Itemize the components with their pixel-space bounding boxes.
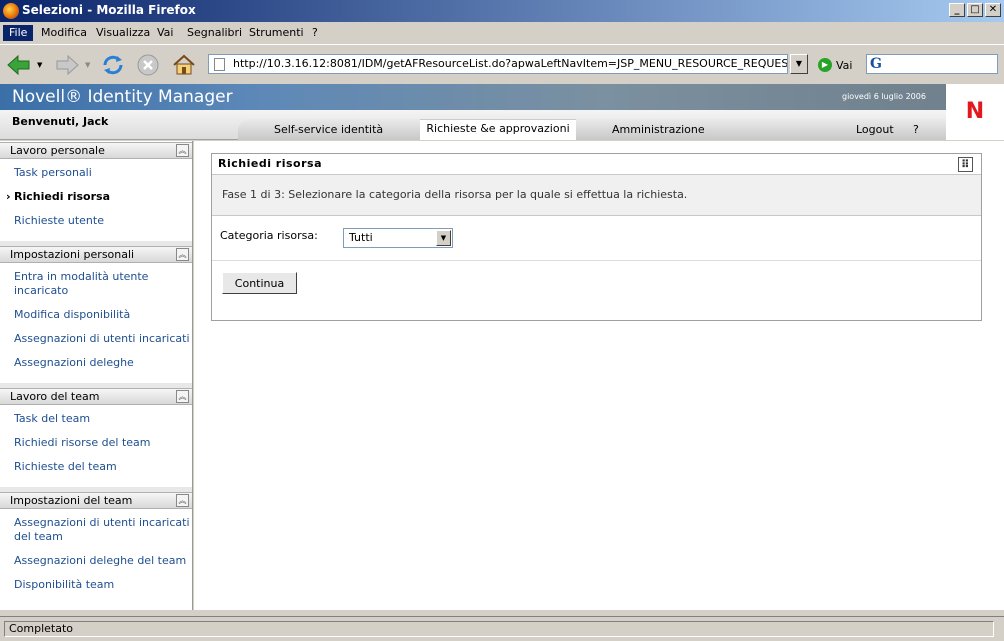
sidebar-item-task-personali[interactable]: Task personali [14,166,192,180]
sidebar-item-entra-modalita-incaricato[interactable]: Entra in modalità utente incaricato [14,270,192,298]
maximize-button[interactable]: □ [967,3,983,17]
panel-options-icon[interactable] [958,155,973,175]
address-dropdown-button[interactable]: ▼ [790,54,808,74]
back-dropdown-icon[interactable]: ▼ [37,61,42,69]
close-button[interactable]: ✕ [985,3,1001,17]
app-banner: Novell® Identity Manager giovedì 6 lugli… [0,84,1004,110]
window-title-bar: Selezioni - Mozilla Firefox _ □ ✕ [0,0,1004,22]
forward-icon[interactable] [54,53,80,77]
sidebar-item-assegnazioni-utenti-incaricati-team[interactable]: Assegnazioni di utenti incaricati del te… [14,516,192,544]
back-icon[interactable] [6,53,32,77]
minimize-button[interactable]: _ [949,3,965,17]
sidebar-item-disponibilita-team[interactable]: Disponibilità team [14,578,192,592]
header-date: giovedì 6 luglio 2006 [842,92,926,101]
home-icon[interactable] [171,53,197,77]
collapse-icon[interactable]: ︽ [176,390,189,403]
panel-header: Richiedi risorsa [212,154,981,175]
request-resource-panel: Richiedi risorsa Fase 1 di 3: Selezionar… [211,153,982,321]
sidebar-item-richieste-utente[interactable]: Richieste utente [14,214,192,228]
window-title: Selezioni - Mozilla Firefox [22,3,196,17]
sidebar-section-title: Lavoro personale [10,144,105,157]
tab-self-service[interactable]: Self-service identità [274,123,383,136]
collapse-icon[interactable]: ︽ [176,144,189,157]
tab-bar: Benvenuti, Jack Self-service identità Ri… [0,110,946,140]
menu-visualizza[interactable]: Visualizza [90,25,156,41]
sidebar-item-assegnazioni-deleghe[interactable]: Assegnazioni deleghe [14,356,192,370]
sidebar-item-richiedi-risorse-team[interactable]: Richiedi risorse del team [14,436,192,450]
firefox-icon [3,3,19,19]
address-url: http://10.3.16.12:8081/IDM/getAFResource… [233,57,788,70]
address-bar[interactable]: http://10.3.16.12:8081/IDM/getAFResource… [208,54,788,74]
sidebar-section-impostazioni-personali[interactable]: Impostazioni personali ︽ [0,246,192,263]
menu-file[interactable]: File [3,25,34,41]
tab-administration[interactable]: Amministrazione [612,123,705,136]
sidebar-section-lavoro-team[interactable]: Lavoro del team ︽ [0,388,192,405]
collapse-icon[interactable]: ︽ [176,494,189,507]
collapse-icon[interactable]: ︽ [176,248,189,261]
navigation-toolbar: ▼ ▼ http://10.3.16.12:8081/IDM/getAFReso… [0,44,1004,84]
page-icon [214,58,225,71]
help-link[interactable]: ? [913,123,919,136]
category-select-value: Tutti [349,231,373,244]
main-content: Richiedi risorsa Fase 1 di 3: Selezionar… [194,141,1004,610]
tab-requests-approvals[interactable]: Richieste &e approvazioni [420,119,576,140]
step-instructions: Fase 1 di 3: Selezionare la categoria de… [212,175,981,216]
category-label: Categoria risorsa: [220,229,318,242]
google-icon: G [870,56,882,72]
menu-vai[interactable]: Vai [151,25,179,41]
sidebar-section-title: Lavoro del team [10,390,100,403]
status-bar: Completato [0,616,1004,641]
logout-link[interactable]: Logout [856,123,894,136]
sidebar-section-impostazioni-team[interactable]: Impostazioni del team ︽ [0,492,192,509]
app-brand: Novell® Identity Manager [12,87,233,107]
sidebar-section-title: Impostazioni personali [10,248,135,261]
go-button[interactable]: ▶ Vai [818,56,852,74]
forward-dropdown-icon[interactable]: ▼ [85,61,90,69]
menu-modifica[interactable]: Modifica [35,25,93,41]
menu-segnalibri[interactable]: Segnalibri [181,25,248,41]
sidebar-item-assegnazioni-utenti-incaricati[interactable]: Assegnazioni di utenti incaricati [14,332,192,346]
sidebar-section-lavoro-personale[interactable]: Lavoro personale ︽ [0,142,192,159]
search-box[interactable]: G [866,54,998,74]
sidebar-item-assegnazioni-deleghe-team[interactable]: Assegnazioni deleghe del team [14,554,192,568]
menu-strumenti[interactable]: Strumenti [243,25,310,41]
sidebar-item-modifica-disponibilita[interactable]: Modifica disponibilità [14,308,192,322]
welcome-text: Benvenuti, Jack [12,115,109,128]
menu-help[interactable]: ? [306,25,324,41]
novell-logo-icon: N [946,84,1004,140]
sidebar-section-title: Impostazioni del team [10,494,133,507]
panel-title: Richiedi risorsa [218,157,322,170]
category-row: Categoria risorsa: Tutti ▼ [212,216,981,261]
go-label: Vai [836,58,853,72]
sidebar: Lavoro personale ︽ Task personali Richie… [0,141,193,610]
sidebar-item-richieste-team[interactable]: Richieste del team [14,460,192,474]
window-controls: _ □ ✕ [949,3,1001,17]
sidebar-item-task-team[interactable]: Task del team [14,412,192,426]
menu-bar: File Modifica Visualizza Vai Segnalibri … [0,22,1004,63]
reload-icon[interactable] [100,53,126,77]
category-select[interactable]: Tutti ▼ [343,228,453,248]
sidebar-item-richiedi-risorsa[interactable]: Richiedi risorsa [6,190,192,204]
status-text: Completato [4,621,994,637]
continue-button[interactable]: Continua [222,272,297,294]
stop-icon[interactable] [135,53,161,77]
chevron-down-icon[interactable]: ▼ [436,230,451,246]
button-row: Continua [212,261,981,311]
go-icon: ▶ [818,58,832,72]
